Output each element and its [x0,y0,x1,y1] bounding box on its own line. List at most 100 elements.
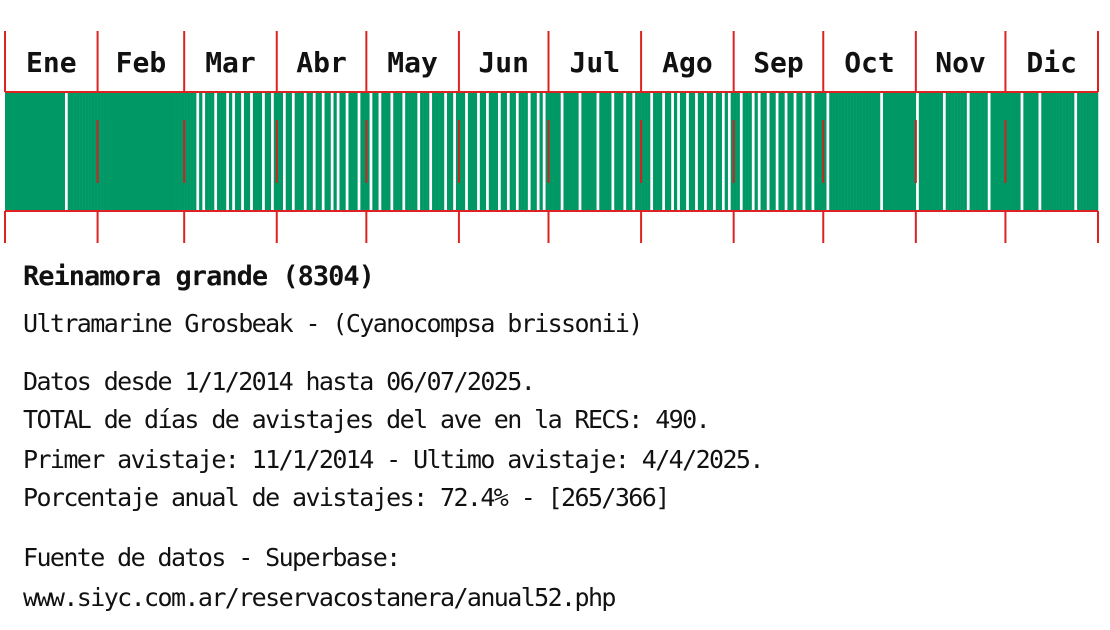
day-bar [856,92,860,211]
day-bar [948,92,952,211]
day-bar [524,92,528,211]
day-bar [306,92,310,211]
day-bar [294,92,298,211]
day-bar [691,92,696,211]
day-bar [473,92,478,211]
day-bar [891,92,896,211]
day-bar [372,92,376,211]
day-bar [175,92,179,211]
day-bar [566,92,570,211]
day-bar [742,92,746,211]
day-bar [1092,92,1096,211]
day-bar [73,92,77,211]
annual-sightings-chart: Ene Feb Mar Abr May Jun Jul Ago Sep Oct Nov Dic [4,31,1099,243]
day-bar [1086,92,1090,211]
day-bar [865,92,869,211]
day-bar [121,92,125,211]
day-bar [957,92,961,211]
day-bar [467,92,472,211]
day-bar [399,92,403,211]
day-bar [563,92,567,211]
day-bar [279,92,283,211]
day-bar [584,92,588,211]
day-bar [975,92,979,211]
day-bar [874,92,878,211]
day-bar [285,92,289,211]
day-bar [327,92,331,211]
day-bar [49,92,54,211]
day-bar [160,92,164,211]
month-label: Sep [753,46,804,79]
day-bar [172,92,176,211]
day-bar [790,92,794,211]
day-bar [1014,92,1018,211]
day-bar [488,92,493,211]
day-bar [255,92,260,211]
day-bar [103,92,107,211]
day-bar [1056,92,1060,211]
month-label: Jun [478,46,529,79]
day-bar [145,92,149,211]
day-bar [697,92,702,211]
day-bar [644,92,648,211]
day-bar [551,92,555,211]
day-bar [572,92,576,211]
data-range-text: Datos desde 1/1/2014 hasta 06/07/2025. [23,367,536,396]
day-bar [315,92,319,211]
day-bar [939,92,943,211]
month-label: Feb [116,46,167,79]
day-bar [124,92,128,211]
day-bar [530,92,534,211]
day-bar [34,92,39,211]
day-bar [673,92,678,211]
day-bar [100,92,104,211]
day-bar [237,92,242,211]
day-bar [817,92,821,211]
day-bar [575,92,579,211]
day-bar [318,92,322,211]
day-bar [5,92,9,211]
day-bar [933,92,937,211]
day-bar [521,92,525,211]
day-bar [927,92,932,211]
day-bar [590,92,594,211]
day-bar [423,92,427,211]
day-bar [324,92,328,211]
day-bar [187,92,191,211]
day-bar [682,92,687,211]
day-bar [223,92,227,211]
day-bar [1023,92,1027,211]
day-bar [664,92,669,211]
day-bar [31,92,36,211]
day-bar [288,92,292,211]
day-bar [228,92,233,211]
day-bar [599,92,603,211]
day-bar [85,92,89,211]
day-bar [91,92,95,211]
month-label: Dic [1026,46,1077,79]
day-bar [769,92,773,211]
day-bar [984,92,988,211]
day-bar [37,92,42,211]
day-bar [151,92,155,211]
species-subtitle: Ultramarine Grosbeak - (Cyanocompsa bris… [23,309,643,338]
day-bar [79,92,83,211]
day-bar [969,92,973,211]
day-bar [903,92,908,211]
day-bar [40,92,45,211]
day-bar [709,92,714,211]
day-bar [835,92,839,211]
day-bar [841,92,845,211]
day-bar [1017,92,1021,211]
day-bar [593,92,597,211]
day-bar [106,92,110,211]
day-bar [148,92,152,211]
day-bar [258,92,263,211]
day-bar [897,92,902,211]
day-bar [10,92,15,211]
day-bar [70,92,74,211]
day-bar [470,92,475,211]
day-bar [1089,92,1093,211]
day-bar [503,92,507,211]
day-bar [909,92,914,211]
